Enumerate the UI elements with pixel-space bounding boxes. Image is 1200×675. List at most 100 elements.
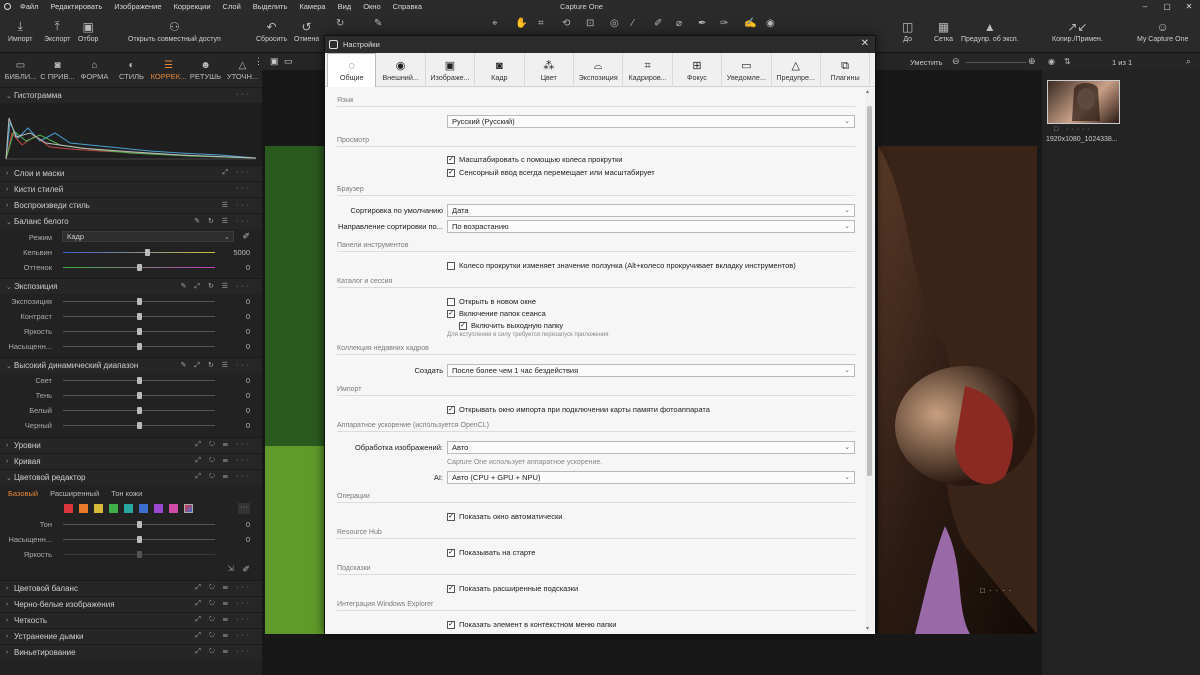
tab-shape[interactable]: ⌂ ФОРМА: [76, 54, 113, 87]
tab-basic[interactable]: Базовый: [8, 489, 38, 498]
slider-knob[interactable]: [137, 521, 142, 528]
section-tools-icon[interactable]: ⤢ ↻ ☰ ···: [195, 473, 252, 481]
close-icon[interactable]: ✕: [1178, 0, 1200, 13]
dehaze-header[interactable]: › Устранение дымки ⤢ ↻ ☰ ···: [0, 628, 262, 644]
style-brushes-header[interactable]: › Кисти стилей ···: [0, 181, 262, 197]
zoom-slider[interactable]: [966, 62, 1026, 63]
crop-tool-icon[interactable]: ⌗: [538, 18, 544, 29]
histogram-header[interactable]: ⌄ Гистограмма ···: [0, 87, 262, 103]
fit-label[interactable]: Уместить: [910, 58, 942, 67]
clarity-header[interactable]: › Четкость ⤢ ↻ ☰ ···: [0, 612, 262, 628]
tab-notifications[interactable]: ▭ Уведомле...: [722, 53, 772, 87]
dialog-scrollbar[interactable]: ▴ ▾: [865, 88, 874, 632]
section-tools-icon[interactable]: ⤢ ↻ ☰ ···: [195, 584, 252, 592]
tab-capture[interactable]: ◙ С ПРИВ...: [39, 54, 76, 87]
show-on-start-checkbox[interactable]: ✓ Показывать на старте: [447, 548, 535, 557]
tab-advanced[interactable]: Расширенный: [50, 489, 99, 498]
wand-icon[interactable]: ✎: [374, 18, 382, 29]
swatch-orange[interactable]: [79, 504, 88, 513]
menu-edit[interactable]: Редактировать: [44, 2, 108, 11]
brush-icon[interactable]: ⁄: [632, 18, 634, 29]
swatch-green[interactable]: [109, 504, 118, 513]
slider-value[interactable]: 0: [246, 391, 250, 400]
redo-icon[interactable]: ↻: [336, 18, 344, 29]
slider-knob[interactable]: [137, 392, 142, 399]
thumbnail[interactable]: [1047, 80, 1120, 124]
section-tools-icon[interactable]: ⤢ ↻ ☰ ···: [195, 441, 252, 449]
tint-value[interactable]: 0: [246, 263, 250, 272]
tab-image[interactable]: ▣ Изображе...: [426, 53, 476, 87]
kelvin-knob[interactable]: [145, 249, 150, 256]
zoom-wheel-checkbox[interactable]: ✓ Масштабировать с помощью колеса прокрут…: [447, 155, 622, 164]
menu-view[interactable]: Вид: [332, 2, 358, 11]
output-folder-checkbox[interactable]: ✓ Включить выходную папку: [459, 321, 563, 330]
processing-select[interactable]: Авто ⌄: [447, 441, 855, 454]
close-icon[interactable]: ✕: [861, 38, 869, 49]
zoom-out-icon[interactable]: ⊖: [952, 56, 960, 67]
slider-knob[interactable]: [137, 536, 142, 543]
rating-box-icon[interactable]: □: [980, 586, 989, 595]
slider-knob[interactable]: [137, 422, 142, 429]
wb-mode-select[interactable]: Кадр ⌄: [62, 231, 234, 242]
slider-value[interactable]: 0: [246, 297, 250, 306]
spot-icon[interactable]: ◎: [610, 18, 619, 29]
slider-knob[interactable]: [137, 313, 142, 320]
tab-warnings[interactable]: △ Предупре...: [772, 53, 821, 87]
scroll-up-icon[interactable]: ▴: [866, 88, 869, 95]
heal-icon[interactable]: ✍: [744, 18, 756, 29]
tab-exposure[interactable]: ⌓ Экспозиция: [574, 53, 624, 87]
section-tools-icon[interactable]: ✎ ↻ ☰ ···: [194, 217, 252, 225]
tab-capture[interactable]: ◙ Кадр: [475, 53, 525, 87]
sort-direction-select[interactable]: По возрастанию ⌄: [447, 220, 855, 233]
slider-knob[interactable]: [137, 298, 142, 305]
gradient-icon[interactable]: ✒: [698, 18, 706, 29]
slider-knob[interactable]: [137, 407, 142, 414]
section-tools-icon[interactable]: ⤢ ↻ ☰ ···: [195, 600, 252, 608]
color-balance-header[interactable]: › Цветовой баланс ⤢ ↻ ☰ ···: [0, 580, 262, 596]
color-editor-header[interactable]: ⌄ Цветовой редактор ⤢ ↻ ☰ ···: [0, 469, 262, 485]
hdr-header[interactable]: ⌄ Высокий динамический диапазон ✎ ⤢ ↻ ☰ ··…: [0, 357, 262, 373]
slider-value[interactable]: 0: [246, 421, 250, 430]
section-tools-icon[interactable]: ⤢ ↻ ☰ ···: [195, 457, 252, 465]
vignette-header[interactable]: › Виньетирование ⤢ ↻ ☰ ···: [0, 644, 262, 660]
kelvin-value[interactable]: 5000: [233, 248, 250, 257]
slider-value[interactable]: 0: [246, 312, 250, 321]
tint-knob[interactable]: [137, 264, 142, 271]
show-window-checkbox[interactable]: ✓ Показать окно автоматически: [447, 512, 562, 521]
copy-apply-button[interactable]: ↗↙ Копир./Примен.: [1052, 17, 1103, 44]
slider-value[interactable]: 0: [246, 406, 250, 415]
context-menu-checkbox[interactable]: ✓ Показать элемент в контекстном меню пап…: [447, 620, 616, 629]
pick-color-icon[interactable]: ✐: [242, 564, 250, 575]
pointer-icon[interactable]: ⌖: [492, 18, 498, 29]
tab-style[interactable]: ◐ СТИЛЬ: [113, 54, 150, 87]
slider-value[interactable]: 0: [246, 376, 250, 385]
eyedropper-icon[interactable]: ✐: [242, 231, 250, 242]
scrollbar-thumb[interactable]: [867, 106, 872, 476]
tab-plugins[interactable]: ⧉ Плагины: [821, 53, 871, 87]
scroll-down-icon[interactable]: ▾: [866, 625, 869, 632]
slider-knob[interactable]: [137, 328, 142, 335]
minimize-icon[interactable]: –: [1134, 0, 1156, 13]
tab-adjustments[interactable]: ☰ КОРРЕК...: [150, 54, 187, 87]
radial-icon[interactable]: ✑: [720, 18, 728, 29]
section-tools-icon[interactable]: ✎ ⤢ ↻ ☰ ···: [181, 361, 252, 370]
curve-header[interactable]: › Кривая ⤢ ↻ ☰ ···: [0, 453, 262, 469]
scroll-slider-checkbox[interactable]: Колесо прокрутки изменяет значение ползу…: [447, 261, 796, 270]
eraser-icon[interactable]: ⌀: [676, 18, 682, 29]
maximize-icon[interactable]: ▢: [1156, 0, 1178, 13]
exposure-header[interactable]: ⌄ Экспозиция ✎ ⤢ ↻ ☰ ···: [0, 278, 262, 294]
recent-create-select[interactable]: После более чем 1 час бездействия ⌄: [447, 364, 855, 377]
levels-header[interactable]: › Уровни ⤢ ↻ ☰ ···: [0, 437, 262, 453]
account-button[interactable]: ☺ My Capture One: [1137, 17, 1188, 44]
section-menu-icon[interactable]: ☰ ···: [222, 201, 252, 209]
tab-color[interactable]: ⁂ Цвет: [525, 53, 574, 87]
swatch-red[interactable]: [64, 504, 73, 513]
section-tools-icon[interactable]: ⤢ ···: [222, 169, 252, 177]
export-button[interactable]: ⤒ Экспорт: [44, 17, 70, 43]
kelvin-track[interactable]: [63, 252, 215, 253]
scale-icon[interactable]: ⇲: [227, 564, 234, 573]
search-icon[interactable]: ⌕: [1186, 56, 1191, 67]
section-menu-icon[interactable]: ···: [236, 91, 252, 98]
white-balance-header[interactable]: ⌄ Баланс белого ✎ ↻ ☰ ···: [0, 213, 262, 229]
tab-crop[interactable]: ⌗ Кадриров...: [623, 53, 673, 87]
